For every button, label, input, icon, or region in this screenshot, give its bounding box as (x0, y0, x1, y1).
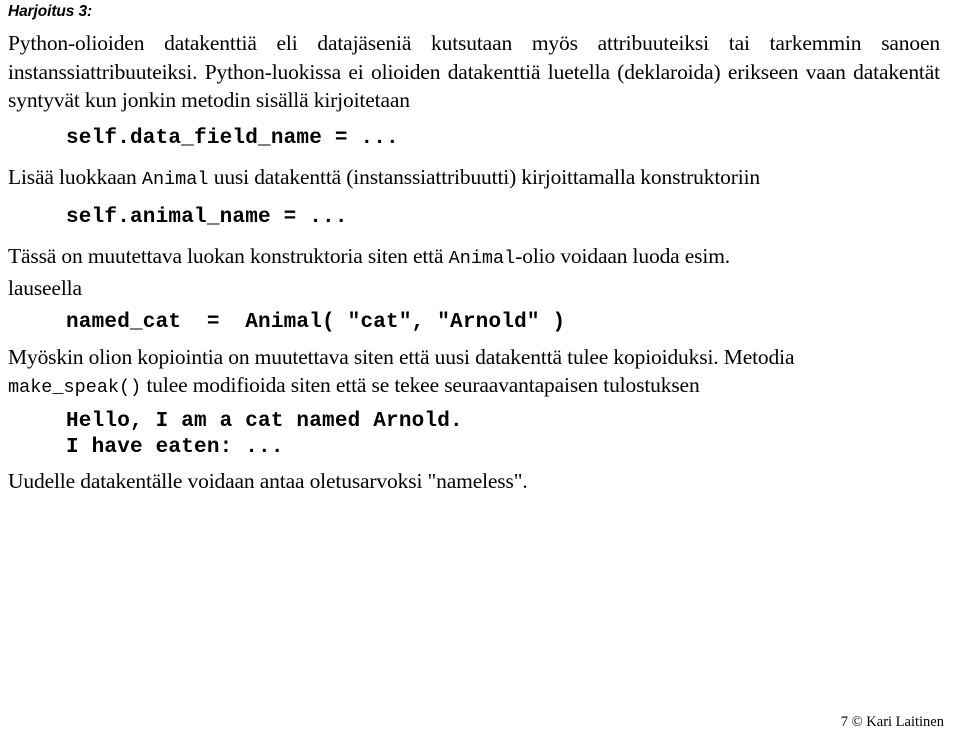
code-output-line-2: I have eaten: ... (66, 435, 284, 459)
paragraph-copy-line-1: Myöskin olion kopiointia on muutettava s… (8, 344, 795, 369)
paragraph-default-value: Uudelle datakentälle voidaan antaa oletu… (8, 468, 528, 493)
inline-code-animal: Animal (141, 168, 209, 190)
document-page: Harjoitus 3: Python-olioiden datakenttiä… (0, 0, 960, 739)
paragraph-copy-suffix: tulee modifioida siten että se tekee seu… (141, 373, 700, 398)
code-line-data-field-name: self.data_field_name = ... (66, 126, 399, 150)
paragraph-constructor: Tässä on muutettava luokan konstruktoria… (8, 242, 940, 302)
page-title: Harjoitus 3: (8, 3, 93, 20)
paragraph-intro-line-1: Python-olioiden datakenttiä eli datajäse… (8, 31, 862, 55)
code-line-named-cat: named_cat = Animal( "cat", "Arnold" ) (66, 310, 566, 334)
page-footer: 7 © Kari Laitinen (840, 714, 944, 730)
paragraph-constructor-prefix: Tässä on muutettava luokan konstruktoria… (8, 244, 449, 269)
paragraph-add-field-prefix: Lisää luokkaan (8, 164, 142, 189)
code-output-line-1: Hello, I am a cat named Arnold. (66, 409, 463, 433)
inline-code-make-speak: make_speak() (8, 377, 142, 399)
paragraph-copy-and-speak: Myöskin olion kopiointia on muutettava s… (8, 343, 940, 403)
paragraph-intro: Python-olioiden datakenttiä eli datajäse… (8, 29, 940, 115)
code-line-animal-name: self.animal_name = ... (66, 206, 348, 230)
paragraph-constructor-line-2: lauseella (8, 275, 82, 300)
paragraph-add-field: Lisää luokkaan Animal uusi datakenttä (i… (8, 163, 940, 195)
inline-code-animal-2: Animal (448, 248, 516, 270)
paragraph-constructor-suffix: -olio voidaan luoda esim. (515, 244, 731, 269)
paragraph-add-field-suffix: uusi datakenttä (instanssiattribuutti) k… (208, 164, 761, 189)
document-content: Harjoitus 3: Python-olioiden datakenttiä… (8, 0, 940, 495)
